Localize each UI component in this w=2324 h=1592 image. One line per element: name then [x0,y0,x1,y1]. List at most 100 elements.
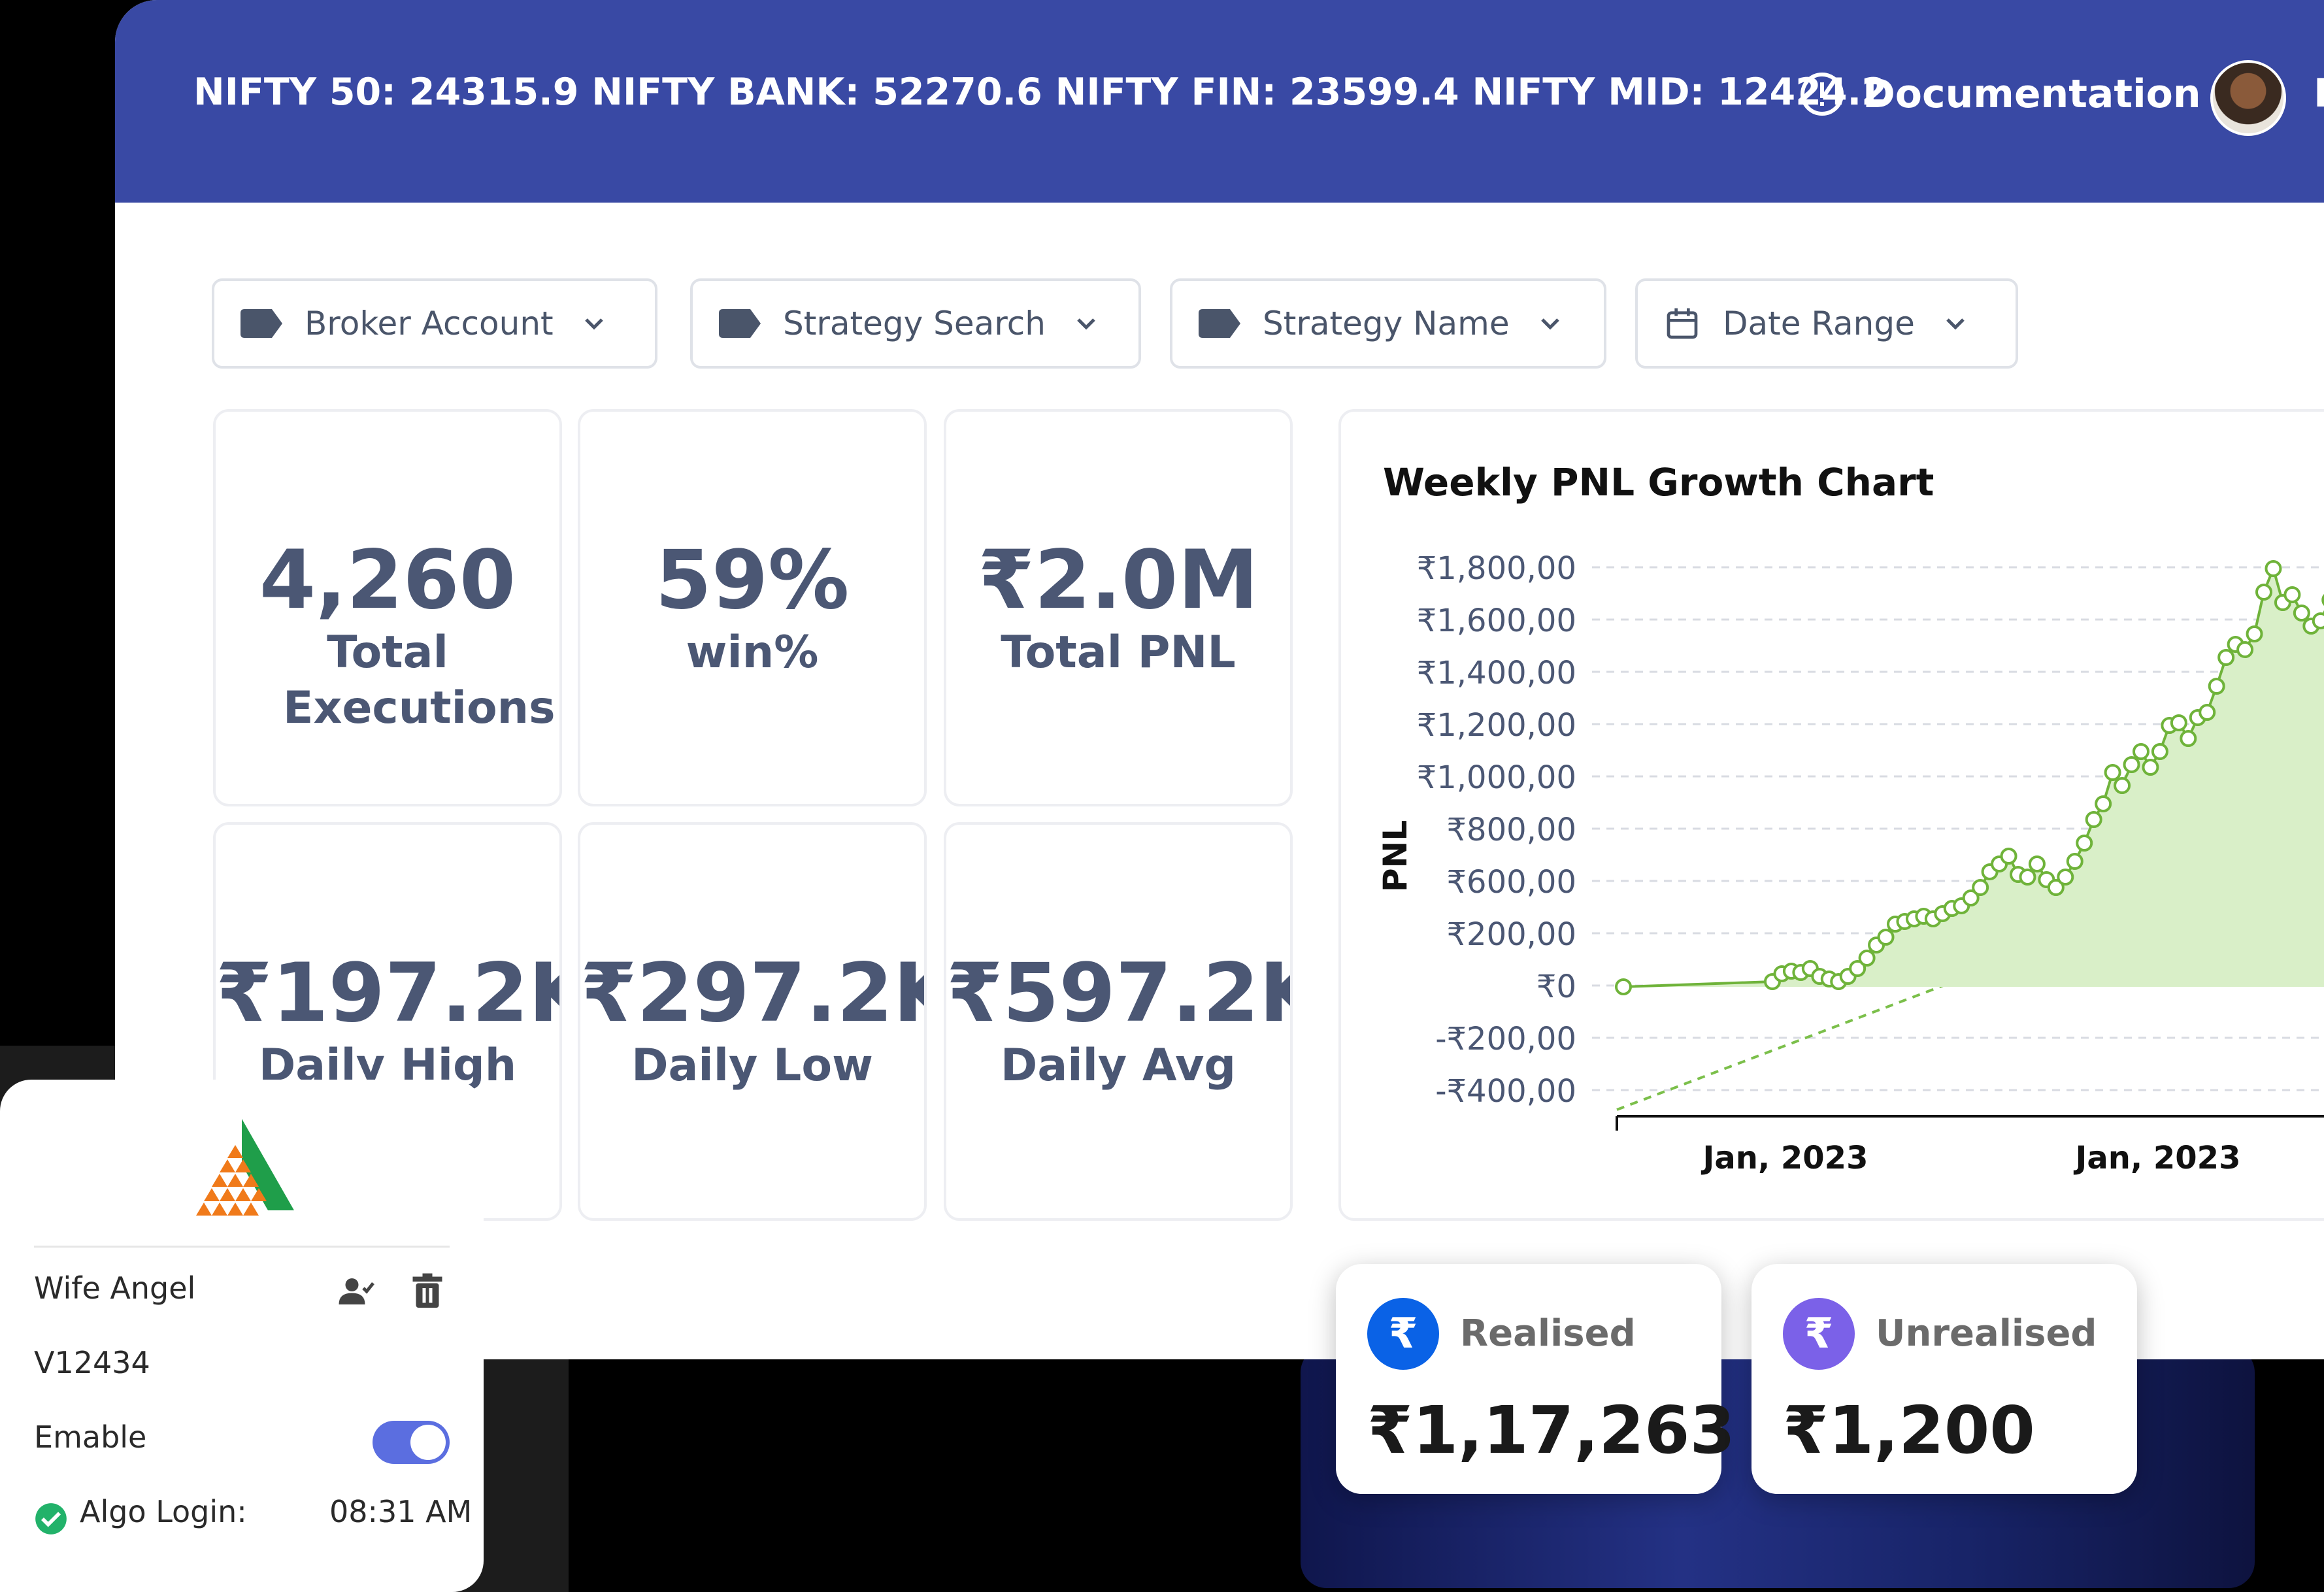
unrealised-amount: ₹1,200 [1783,1392,2035,1468]
data-point [1972,879,1989,896]
data-point [1858,950,1876,967]
stat-value: 59% [655,533,850,627]
stat-label: win% [686,627,819,679]
data-point [2170,714,2187,731]
y-tick-label: ₹200,00 [1447,916,1577,953]
y-tick-label: ₹1,200,00 [1417,707,1576,744]
data-point [2019,869,2036,886]
data-point [2217,649,2235,666]
stat-card-total-executions: 4,260 Total Executions [213,409,562,806]
stat-label: Total Executions [283,627,556,735]
data-point [2293,605,2310,622]
data-point [2180,730,2197,747]
data-point [2095,795,2112,812]
y-tick-label: ₹0 [1536,969,1576,1005]
user-avatar[interactable] [2210,60,2286,136]
y-tick-label: ₹600,00 [1447,864,1577,901]
unrealised-pnl-card: ₹ Unrealised ₹1,200 [1751,1264,2137,1494]
user-name-initial: N [2314,71,2324,116]
stat-card-daily-low: ₹297.2K Daily Low [578,822,927,1221]
stat-card-total-pnl: ₹2.0M Total PNL [944,409,1293,806]
calendar-icon [1667,308,1698,339]
algo-login-time: 08:31 AM [329,1494,473,1529]
realised-amount: ₹1,17,263 [1367,1392,1736,1468]
toggle-label: Emable [34,1419,147,1455]
tag-icon [241,309,282,338]
documentation-label: Documentation [1863,71,2201,117]
data-point [2000,848,2017,865]
rupee-icon: ₹ [1783,1298,1855,1370]
rupee-icon: ₹ [1367,1298,1439,1370]
stat-value: 4,260 [259,533,516,627]
stat-card-win-rate: 59% win% [578,409,927,806]
data-point [2076,835,2093,852]
data-point [2246,625,2263,642]
data-point [2199,704,2216,721]
filter-label: Date Range [1723,305,1915,342]
trash-icon[interactable] [408,1272,447,1311]
area-fill [1623,569,2324,987]
chevron-down-icon [584,318,603,330]
stat-value: ₹2.0M [978,533,1259,627]
data-point [2114,777,2131,794]
data-point [2104,764,2121,781]
broker-account-card: Wife Angel V12434 Emable Algo Login: 08:… [0,1080,484,1592]
toggle-knob [410,1425,446,1460]
data-point [2265,560,2282,577]
realised-pnl-card: ₹ Realised ₹1,17,263 [1336,1264,1735,1494]
x-tick-label: Jan, 2023 [1701,1140,1868,1176]
y-axis-label: PNL [1376,820,1414,892]
chevron-down-icon [1946,318,1965,330]
stat-value: ₹197.2K [216,946,562,1040]
broker-logo [196,1119,294,1216]
user-check-icon[interactable] [337,1272,376,1311]
data-point [2151,743,2168,760]
y-tick-label: ₹1,800,00 [1417,550,1576,587]
data-point [2133,743,2150,760]
unrealised-label: Unrealised [1876,1312,2097,1355]
chevron-down-icon [1540,318,1559,330]
data-point [2236,641,2254,658]
tag-icon [1199,309,1240,338]
y-tick-label: ₹1,600,00 [1417,603,1576,639]
filter-label: Strategy Search [783,305,1046,342]
account-code: V12434 [34,1345,150,1380]
stat-label: Total PNL [1001,627,1236,679]
filter-strategy-search[interactable]: Strategy Search [690,278,1141,369]
filter-strategy-name[interactable]: Strategy Name [1170,278,1606,369]
y-tick-label: -₹200,00 [1435,1021,1576,1057]
chart-svg: ₹1,800,00 ₹1,600,00 ₹1,400,00 ₹1,200,00 ₹1,0… [1376,550,2324,1176]
info-icon [1801,73,1844,116]
documentation-link[interactable]: Documentation [1799,71,2201,118]
stat-value: ₹597.2K [946,946,1293,1040]
filter-broker-account[interactable]: Broker Account [212,278,657,369]
y-tick-label: ₹1,400,00 [1417,655,1576,691]
filter-label: Broker Account [305,305,554,342]
divider [34,1246,450,1248]
filter-label: Strategy Name [1263,305,1510,342]
data-point [2085,811,2102,828]
data-point [2312,612,2324,629]
stat-label: Daily Avg [1000,1040,1237,1092]
filter-date-range[interactable]: Date Range [1635,278,2018,369]
tag-icon [719,309,761,338]
stat-value: ₹297.2K [580,946,927,1040]
x-tick-label: Jan, 2023 [2074,1140,2241,1176]
top-bar: NIFTY 50: 24315.9 NIFTY BANK: 52270.6 NI… [115,0,2324,203]
stat-card-daily-avg: ₹597.2K Daily Avg [944,822,1293,1221]
market-ticker: NIFTY 50: 24315.9 NIFTY BANK: 52270.6 NI… [193,71,1887,114]
data-point [2057,869,2074,886]
chevron-down-icon [1077,318,1095,330]
weekly-pnl-chart: Weekly PNL Growth Chart ₹1,800,00 ₹1,600,… [1338,409,2324,1221]
data-point [2208,678,2225,695]
data-point [1877,929,1895,946]
check-circle-icon [35,1503,67,1534]
data-point [2142,759,2159,776]
data-point [2283,586,2301,603]
y-tick-label: -₹400,00 [1435,1073,1576,1110]
data-point [2028,855,2046,872]
account-name: Wife Angel [34,1270,196,1306]
y-tick-label: ₹1,000,00 [1417,759,1576,796]
data-point [2066,853,2083,870]
data-point [2123,756,2140,773]
